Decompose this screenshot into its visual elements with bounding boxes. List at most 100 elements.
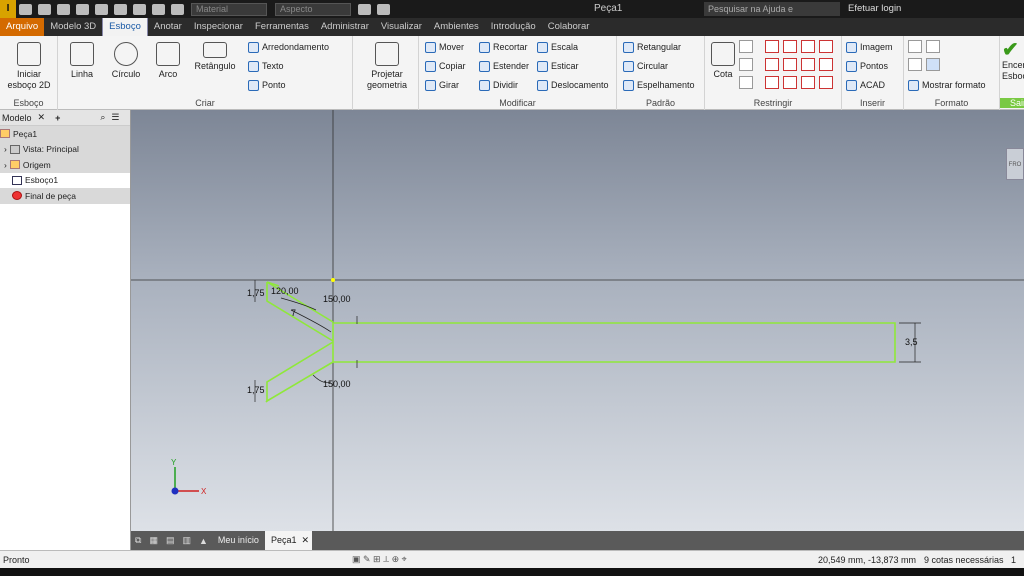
perpendicular-icon[interactable]	[783, 58, 797, 71]
clear-appearance-icon[interactable]	[358, 3, 371, 15]
close-tab-icon[interactable]: ✕	[298, 531, 313, 550]
appearance-dropdown[interactable]: Aspecto	[275, 2, 351, 16]
status-tool-icons[interactable]: ▣ ✎ ⊞ ⟂ ⊕ ⌖	[352, 554, 407, 565]
construction-icon[interactable]	[908, 40, 922, 53]
constraint-inference-icon[interactable]	[739, 58, 753, 71]
home-icon[interactable]	[114, 3, 127, 15]
app-logo[interactable]: I	[0, 0, 16, 18]
graphics-viewport[interactable]: 120,00 150,00 150,00 1,75 1,75 3,5 7 X Y	[131, 110, 1024, 531]
tree-item-part[interactable]: Peça1	[0, 126, 130, 142]
collinear-icon[interactable]	[783, 40, 797, 53]
update-icon[interactable]	[171, 3, 184, 15]
tab-introducao[interactable]: Introdução	[485, 18, 542, 36]
viewcube[interactable]: FRO	[1006, 148, 1024, 180]
dimension-label-175-top[interactable]: 1,75	[247, 288, 265, 298]
dimension-label-175-bottom[interactable]: 1,75	[247, 385, 265, 395]
dimension-label-35[interactable]: 3,5	[905, 337, 918, 347]
select-icon[interactable]	[152, 3, 165, 15]
circle-button[interactable]: Círculo	[106, 42, 146, 80]
trim-button[interactable]: Recortar	[479, 40, 528, 54]
tab-modelo-3d[interactable]: Modelo 3D	[44, 18, 102, 36]
cascade-icon[interactable]: ▤	[166, 535, 175, 546]
rectangle-button[interactable]: Retângulo	[190, 42, 240, 72]
parallel-icon[interactable]	[765, 58, 779, 71]
extend-button[interactable]: Estender	[479, 59, 529, 73]
auto-dimension-icon[interactable]	[739, 40, 753, 53]
point-button[interactable]: Ponto	[248, 78, 286, 92]
tab-my-home[interactable]: Meu início	[212, 531, 265, 550]
tab-arquivo[interactable]: Arquivo	[0, 18, 45, 36]
start-2d-sketch-button[interactable]: Iniciar esboço 2D	[4, 42, 54, 91]
search-icon[interactable]: ⌕	[100, 112, 105, 123]
tab-ambientes[interactable]: Ambientes	[428, 18, 485, 36]
split-view-icon[interactable]: ▥	[182, 535, 191, 546]
equal-icon[interactable]	[819, 76, 833, 89]
redo-icon[interactable]	[95, 3, 108, 15]
driven-dimension-icon[interactable]	[926, 58, 940, 71]
scale-button[interactable]: Escala	[537, 40, 578, 54]
sketch-profile[interactable]	[265, 282, 896, 403]
tree-item-end-of-part[interactable]: Final de peça	[0, 188, 130, 204]
tab-visualizar[interactable]: Visualizar	[375, 18, 428, 36]
tab-ferramentas[interactable]: Ferramentas	[249, 18, 315, 36]
menu-icon[interactable]: ☰	[111, 112, 119, 123]
copy-button[interactable]: Copiar	[425, 59, 466, 73]
horizontal-icon[interactable]	[801, 58, 815, 71]
split-button[interactable]: Dividir	[479, 78, 518, 92]
dimension-label-150-top[interactable]: 150,00	[323, 294, 351, 304]
insert-points-button[interactable]: Pontos	[846, 59, 888, 73]
text-button[interactable]: Texto	[248, 59, 284, 73]
mirror-button[interactable]: Espelhamento	[623, 78, 695, 92]
tangent-icon[interactable]	[765, 76, 779, 89]
material-dropdown[interactable]: Material	[191, 2, 267, 16]
tab-colaborar[interactable]: Colaborar	[542, 18, 596, 36]
dimension-label-150-bottom[interactable]: 150,00	[323, 379, 351, 389]
tree-item-origin[interactable]: › Origem	[0, 157, 130, 173]
stretch-button[interactable]: Esticar	[537, 59, 579, 73]
fillet-button[interactable]: Arredondamento	[248, 40, 329, 54]
dimension-button[interactable]: Cota	[709, 42, 737, 80]
expand-icon[interactable]: ›	[4, 144, 7, 154]
add-tab-icon[interactable]: +	[55, 113, 60, 123]
parameters-icon[interactable]	[377, 3, 390, 15]
project-geometry-button[interactable]: Projetar geometria	[361, 42, 413, 91]
coincident-icon[interactable]	[765, 40, 779, 53]
undo-icon[interactable]	[76, 3, 89, 15]
tab-part1[interactable]: Peça1	[264, 531, 303, 550]
save-icon[interactable]	[57, 3, 70, 15]
tree-item-sketch[interactable]: Esboço1	[0, 173, 130, 189]
browser-tab-modelo[interactable]: Modelo	[2, 113, 32, 123]
fix-lock-icon[interactable]	[819, 40, 833, 53]
help-search-input[interactable]: Pesquisar na Ajuda e comandos...	[704, 2, 840, 28]
rotate-button[interactable]: Girar	[425, 78, 459, 92]
dimension-label-7[interactable]: 7	[291, 308, 296, 318]
circular-pattern-button[interactable]: Circular	[623, 59, 668, 73]
relax-mode-icon[interactable]	[739, 76, 753, 89]
vertical-icon[interactable]	[819, 58, 833, 71]
finish-sketch-button[interactable]: ✔Encerrar Esboço	[1002, 40, 1024, 82]
line-button[interactable]: Linha	[64, 42, 100, 80]
sign-in-button[interactable]: Efetuar login	[848, 3, 901, 14]
origin-point[interactable]	[331, 278, 335, 282]
insert-acad-button[interactable]: ACAD	[846, 78, 885, 92]
tab-esboco[interactable]: Esboço	[102, 18, 148, 36]
grid-icon[interactable]: ▦	[149, 535, 158, 546]
dimension-label-120[interactable]: 120,00	[271, 286, 299, 296]
center-point-icon[interactable]	[908, 58, 922, 71]
show-format-button[interactable]: Mostrar formato	[908, 78, 986, 92]
move-button[interactable]: Mover	[425, 40, 464, 54]
tile-icon[interactable]: ⧉	[135, 535, 141, 546]
folder-icon[interactable]	[133, 3, 146, 15]
open-icon[interactable]	[38, 3, 51, 15]
centerline-icon[interactable]	[926, 40, 940, 53]
sketch-canvas[interactable]: 120,00 150,00 150,00 1,75 1,75 3,5 7 X Y	[131, 110, 1024, 531]
tab-anotar[interactable]: Anotar	[148, 18, 188, 36]
arc-button[interactable]: Arco	[150, 42, 186, 80]
insert-image-button[interactable]: Imagem	[846, 40, 893, 54]
rectangular-pattern-button[interactable]: Retangular	[623, 40, 681, 54]
smooth-icon[interactable]	[783, 76, 797, 89]
tree-item-view[interactable]: › Vista: Principal	[0, 141, 130, 157]
tab-administrar[interactable]: Administrar	[315, 18, 375, 36]
offset-button[interactable]: Deslocamento	[537, 78, 609, 92]
expand-icon[interactable]: ›	[4, 160, 7, 170]
